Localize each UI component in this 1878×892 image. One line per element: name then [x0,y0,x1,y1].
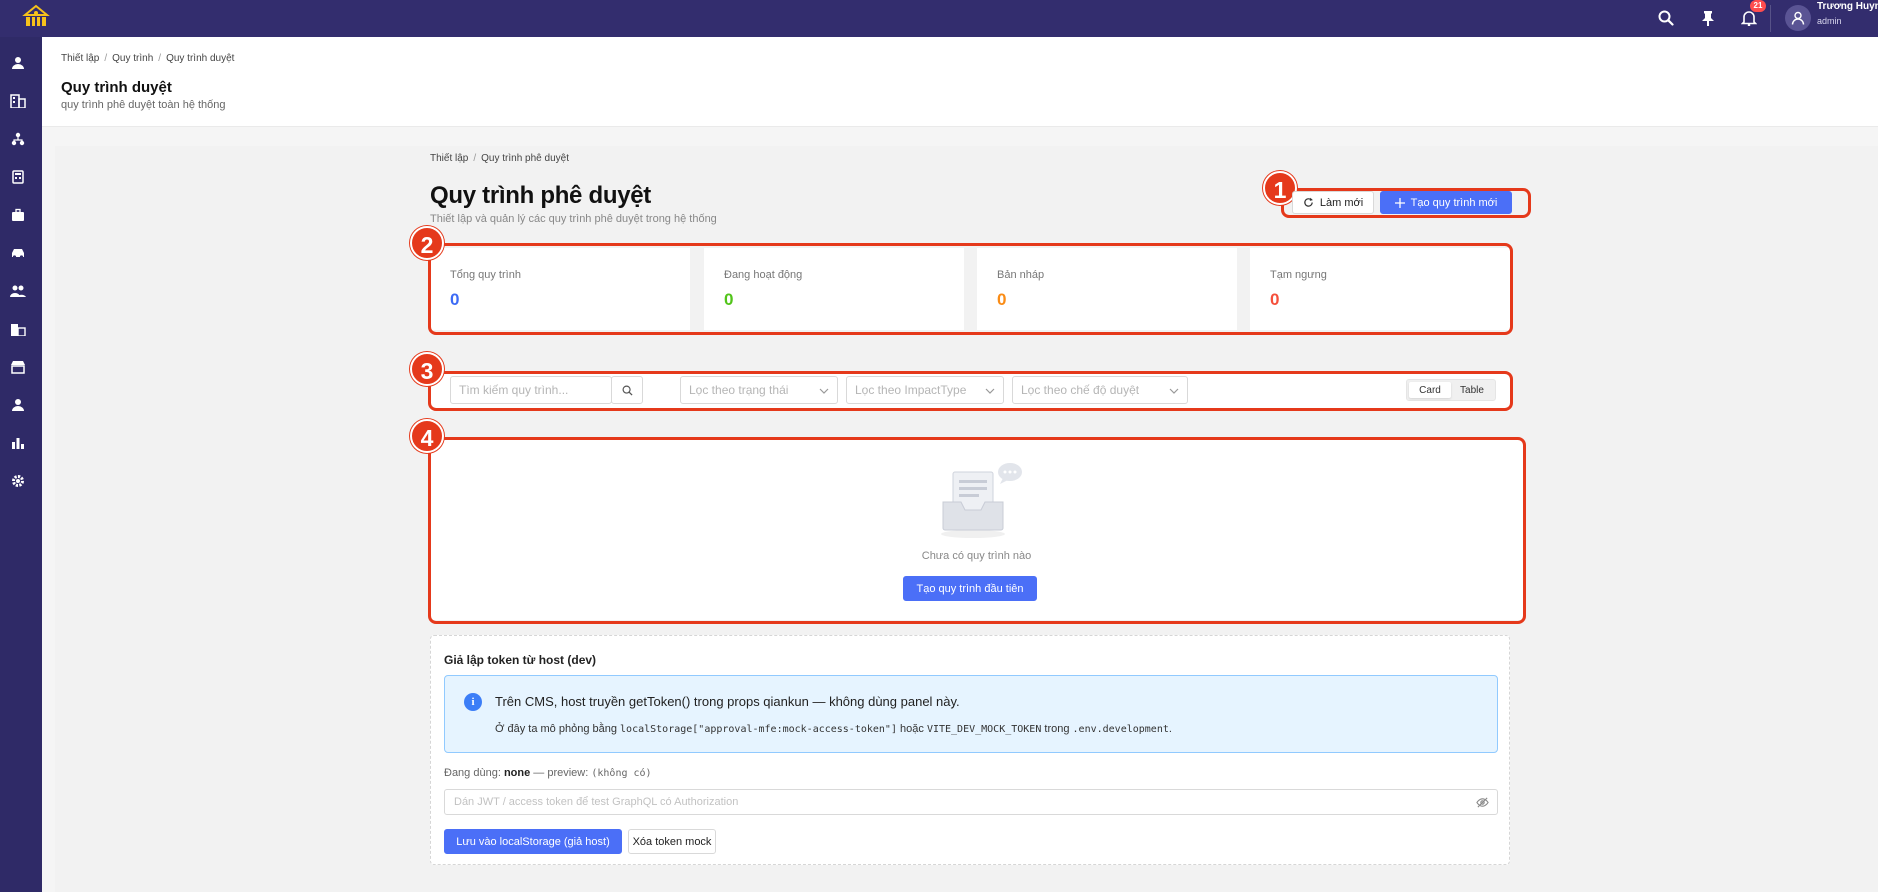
inner-breadcrumb: Thiết lập / Quy trình phê duyệt [430,153,569,164]
breadcrumb-item: Quy trình phê duyệt [481,153,569,164]
plus-icon [1394,197,1405,208]
breadcrumb-item: Quy trình duyệt [166,53,235,64]
calculator-icon[interactable] [9,168,27,186]
user-role: admin [1817,16,1842,26]
section-title: Quy trình phê duyệt [430,182,651,209]
create-workflow-button[interactable]: Tạo quy trình mới [1380,191,1512,214]
briefcase-icon[interactable] [9,206,27,224]
preview-label: — preview: [530,767,592,779]
dev-token-panel: Giả lập token từ host (dev) i Trên CMS, … [430,635,1510,865]
token-input[interactable]: Dán JWT / access token để test GraphQL c… [444,789,1498,815]
building-icon[interactable] [9,92,27,110]
user-setting-icon[interactable] [9,396,27,414]
create-label: Tạo quy trình mới [1410,196,1498,209]
settings-icon[interactable] [9,472,27,490]
section-subtitle: Thiết lập và quản lý các quy trình phê d… [430,213,717,225]
chart-icon[interactable] [9,434,27,452]
car-icon[interactable] [9,244,27,262]
using-label: Đang dùng: [444,767,504,779]
clear-token-label: Xóa token mock [632,835,712,848]
user-icon[interactable] [9,54,27,72]
code-env-var: VITE_DEV_MOCK_TOKEN [926,724,1042,735]
preview-value: (không có) [591,768,652,779]
app-logo[interactable] [22,4,50,30]
annotation-box-3 [428,371,1513,411]
info-icon: i [464,693,482,711]
notification-badge: 21 [1750,0,1766,12]
sidebar [0,37,42,892]
info-text: hoặc [896,723,927,735]
org-icon[interactable] [9,130,27,148]
info-text: Trên CMS, host truyền getToken() trong p… [495,694,960,709]
annotation-marker-2: 2 [410,226,444,260]
token-status: Đang dùng: none — preview: (không có) [444,767,652,779]
page-subtitle: quy trình phê duyệt toàn hệ thống [61,99,226,111]
page-title: Quy trình duyệt [61,79,172,96]
clear-token-button[interactable]: Xóa token mock [628,829,716,854]
info-alert: i Trên CMS, host truyền getToken() trong… [444,675,1498,753]
breadcrumb-item[interactable]: Thiết lập [430,153,468,164]
code-env-file: .env.development [1072,724,1169,735]
avatar[interactable] [1785,5,1811,31]
annotation-marker-4: 4 [410,419,444,453]
breadcrumb-item[interactable]: Quy trình [112,53,153,64]
info-text: . [1168,723,1172,735]
refresh-label: Làm mới [1319,196,1364,209]
search-icon[interactable] [1656,8,1676,28]
info-detail: Ở đây ta mô phỏng bằng localStorage["app… [495,723,1172,735]
pin-icon[interactable] [1698,8,1718,28]
using-value: none [503,767,531,779]
annotation-marker-3: 3 [410,352,444,386]
refresh-icon [1304,197,1313,207]
save-token-button[interactable]: Lưu vào localStorage (giả host) [444,829,622,854]
refresh-button[interactable]: Làm mới [1292,191,1374,214]
shop-icon[interactable] [9,358,27,376]
breadcrumb-item[interactable]: Thiết lập [61,53,99,64]
breadcrumb: Thiết lập / Quy trình / Quy trình duyệt [61,53,235,64]
info-text: trong [1041,723,1073,735]
top-bar: 21 Trương Huyn admin [0,0,1878,37]
panel-title: Giả lập token từ host (dev) [444,653,597,667]
eye-invisible-icon[interactable] [1476,796,1489,809]
code-localstorage-key: localStorage["approval-mfe:mock-access-t… [620,724,897,735]
info-text: Ở đây ta mô phỏng bằng [495,723,621,735]
save-token-label: Lưu vào localStorage (giả host) [456,835,610,848]
annotation-box-4 [428,437,1526,624]
page-header: Thiết lập / Quy trình / Quy trình duyệt Quy … [42,37,1878,127]
user-name[interactable]: Trương Huyn [1817,1,1878,12]
company-icon[interactable] [9,320,27,338]
divider [1770,5,1771,32]
annotation-box-2 [428,243,1513,335]
team-icon[interactable] [9,282,27,300]
token-placeholder: Dán JWT / access token để test GraphQL c… [454,796,739,808]
